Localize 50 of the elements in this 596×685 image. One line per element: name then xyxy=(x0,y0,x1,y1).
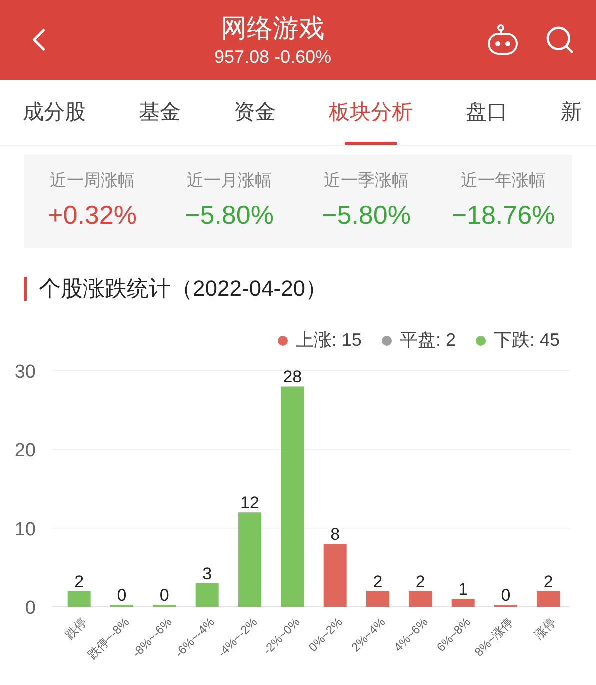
bar-value-label: 2 xyxy=(74,572,84,592)
y-tick-label: 0 xyxy=(25,598,36,619)
tab[interactable]: 板块分析 xyxy=(329,80,413,145)
bar-value-label: 0 xyxy=(160,586,170,605)
bar xyxy=(537,591,560,607)
bar-value-label: 2 xyxy=(373,572,383,592)
stat-label: 近一年涨幅 xyxy=(461,170,546,192)
y-tick-label: 30 xyxy=(14,362,36,383)
bar xyxy=(68,591,91,607)
stat-value: −5.80% xyxy=(185,198,274,232)
bar xyxy=(452,599,475,607)
bar-value-label: 28 xyxy=(283,368,302,387)
tab[interactable]: 资金 xyxy=(234,80,276,145)
bar-value-label: 8 xyxy=(330,525,340,544)
legend-label: 平盘: 2 xyxy=(400,329,456,352)
index-quote: 957.08 -0.60% xyxy=(214,46,332,69)
stat-value: −18.76% xyxy=(452,198,556,232)
bar xyxy=(409,591,432,607)
bar-value-label: 2 xyxy=(416,572,426,592)
y-tick-label: 10 xyxy=(14,519,36,540)
stat-label: 近一季涨幅 xyxy=(324,170,409,192)
page-title: 网络游戏 xyxy=(221,12,325,45)
legend-label: 上涨: 15 xyxy=(296,329,362,352)
stat-value: +0.32% xyxy=(48,198,137,232)
bar-value-label: 3 xyxy=(202,564,212,584)
tab[interactable]: 成分股 xyxy=(23,80,86,145)
bar-value-label: 12 xyxy=(240,494,260,513)
bar-value-label: 0 xyxy=(117,586,127,605)
x-tick-label: 涨停 xyxy=(532,615,559,642)
y-tick-label: 20 xyxy=(14,440,36,462)
stat-label: 近一周涨幅 xyxy=(50,170,135,192)
bar xyxy=(196,583,219,607)
search-icon xyxy=(544,24,576,56)
tab[interactable]: 盘口 xyxy=(466,80,508,145)
section-marker xyxy=(24,276,27,300)
robot-icon xyxy=(486,24,520,56)
bar-value-label: 2 xyxy=(544,572,554,592)
search-button[interactable] xyxy=(544,24,576,56)
bar-value-label: 0 xyxy=(501,586,511,605)
stat-label: 近一月涨幅 xyxy=(187,170,272,192)
bar-value-label: 1 xyxy=(458,580,468,600)
stat-value: −5.80% xyxy=(322,198,411,232)
x-tick-label: 跌停 xyxy=(62,615,90,642)
tab[interactable]: 新 xyxy=(561,80,582,145)
bar xyxy=(324,544,347,607)
bar xyxy=(366,591,390,607)
section-title: 个股涨跌统计（2022-04-20） xyxy=(39,275,328,303)
legend-label: 下跌: 45 xyxy=(494,329,560,352)
robot-button[interactable] xyxy=(486,24,520,56)
tab[interactable]: 基金 xyxy=(139,80,181,145)
